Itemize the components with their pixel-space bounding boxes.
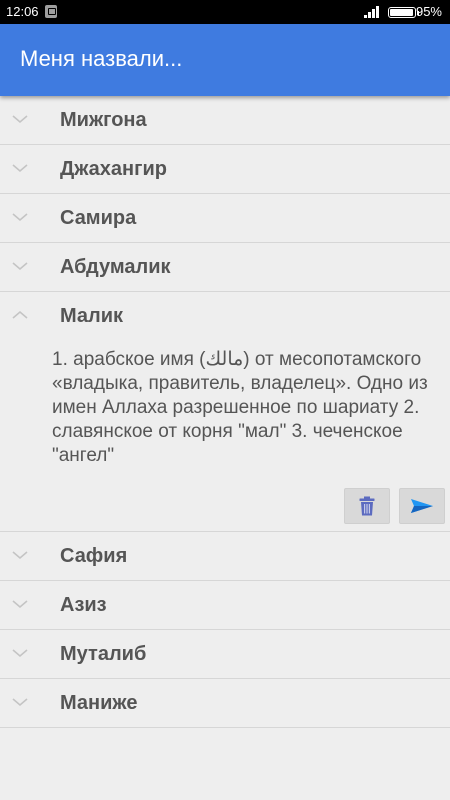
list-item[interactable]: Самира <box>0 194 450 243</box>
list-item[interactable]: Сафия <box>0 532 450 581</box>
chevron-down-icon <box>12 213 28 222</box>
battery-icon <box>388 7 419 18</box>
list-item[interactable]: Муталиб <box>0 630 450 679</box>
list-item[interactable]: Джахангир <box>0 145 450 194</box>
list-item-label: Сафия <box>60 545 128 567</box>
notification-icon <box>45 5 57 18</box>
status-bar: 12:06 95% <box>0 0 450 24</box>
chevron-down-icon <box>12 164 28 173</box>
send-icon <box>411 499 433 513</box>
list-item-label: Джахангир <box>60 158 167 180</box>
list-item-details: 1. арабское имя (مالك) от месопотамского… <box>0 341 450 532</box>
chevron-down-icon <box>12 600 28 609</box>
chevron-down-icon <box>12 115 28 124</box>
send-button[interactable] <box>399 488 445 524</box>
list-item-label: Маниже <box>60 692 138 714</box>
chevron-down-icon <box>12 262 28 271</box>
trash-icon <box>359 496 375 516</box>
chevron-down-icon <box>12 698 28 707</box>
names-list: Мижгона Джахангир Самира Абдумалик Малик… <box>0 96 450 728</box>
delete-button[interactable] <box>344 488 390 524</box>
list-item-label: Малик <box>60 305 124 327</box>
page-title: Меня назвали... <box>20 46 183 71</box>
status-time: 12:06 <box>6 4 39 19</box>
name-description: 1. арабское имя (مالك) от месопотамского… <box>52 349 428 466</box>
list-item-label: Муталиб <box>60 643 147 665</box>
signal-icon <box>364 6 382 18</box>
list-item-label: Мижгона <box>60 109 147 131</box>
list-item[interactable]: Мижгона <box>0 96 450 145</box>
battery-percent: 95% <box>415 4 442 19</box>
app-bar: Меня назвали... <box>0 24 450 96</box>
list-item-label: Самира <box>60 207 137 229</box>
list-item-label: Абдумалик <box>60 256 171 278</box>
chevron-down-icon <box>12 649 28 658</box>
list-item[interactable]: Маниже <box>0 679 450 728</box>
list-item[interactable]: Азиз <box>0 581 450 630</box>
list-item[interactable]: Абдумалик <box>0 243 450 292</box>
chevron-up-icon <box>12 310 28 319</box>
chevron-down-icon <box>12 551 28 560</box>
list-item-expanded[interactable]: Малик <box>0 292 450 341</box>
list-item-label: Азиз <box>60 594 107 616</box>
